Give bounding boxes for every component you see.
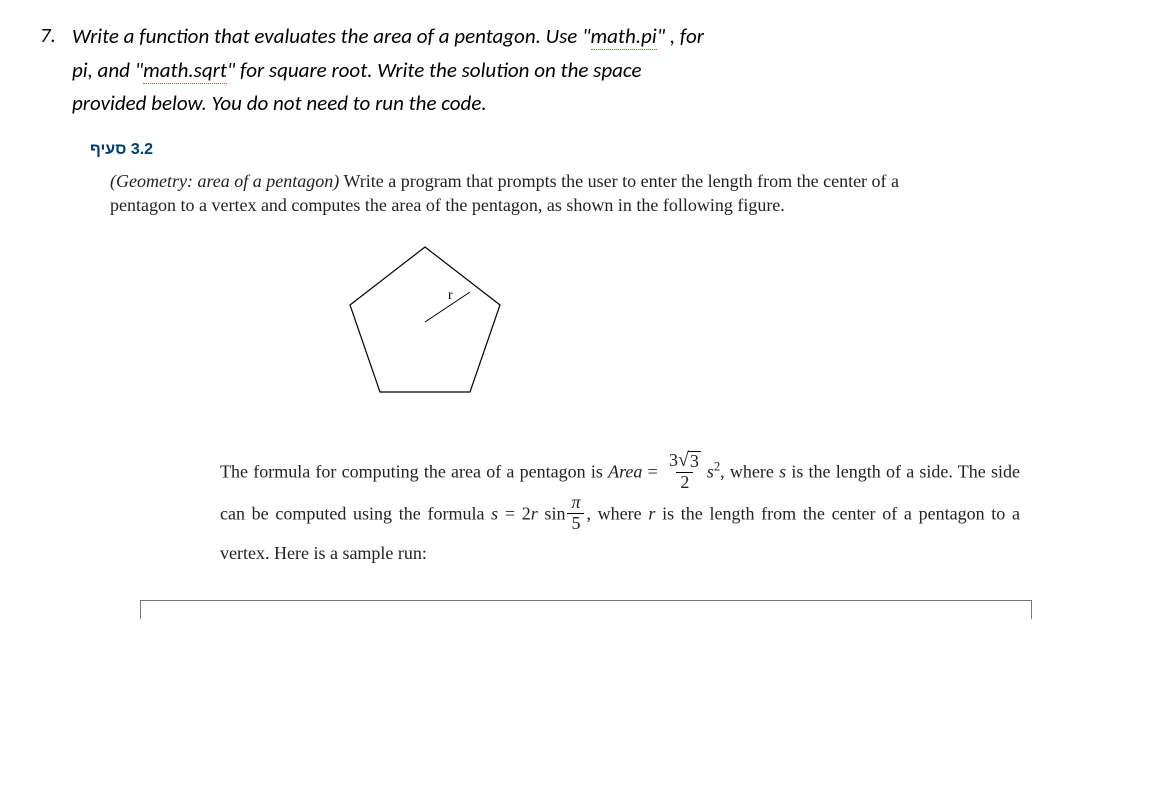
exercise-heading: (Geometry: area of a pentagon): [110, 171, 339, 191]
formula-mid: , where: [720, 462, 779, 482]
frac2-den: 5: [567, 513, 584, 534]
sqrt1: √3: [678, 450, 701, 472]
formula-post: , where: [586, 503, 648, 523]
question-block: 7. Write a function that evaluates the a…: [40, 20, 1110, 121]
area-var: Area: [608, 462, 642, 482]
sample-run-box: [140, 600, 1032, 619]
q-line1-a: Write a function that evaluates the area…: [72, 23, 591, 49]
q-line2-c: " for square root. Write the solution on…: [227, 57, 642, 83]
question-text: Write a function that evaluates the area…: [72, 20, 704, 121]
frac1-num-a: 3: [669, 450, 678, 470]
fraction-1: 3√3 2: [665, 450, 705, 493]
formula-pre: The formula for computing the area of a …: [220, 462, 608, 482]
pentagon-svg: r: [340, 237, 510, 397]
code-mathpi: math.pi: [591, 23, 657, 50]
formula-paragraph: The formula for computing the area of a …: [220, 452, 1020, 569]
pentagon-figure: r: [340, 237, 1110, 402]
frac1-radicand: 3: [688, 451, 701, 472]
r-var: r: [531, 503, 538, 523]
q-line2-a: pi, and ": [72, 57, 143, 83]
fraction-2: π 5: [567, 493, 584, 534]
eq2: = 2: [498, 503, 531, 523]
q-line3: provided below. You do not need to run t…: [72, 90, 487, 116]
exercise-paragraph: (Geometry: area of a pentagon) Write a p…: [110, 169, 930, 218]
frac2-num: π: [567, 493, 584, 513]
section-label: 3.2 סעיף: [90, 141, 1110, 159]
code-mathsqrt: math.sqrt: [143, 57, 227, 84]
frac1-den: 2: [676, 472, 693, 493]
frac1-num: 3√3: [665, 450, 705, 472]
r-label: r: [448, 288, 453, 303]
s-sq-base: s: [707, 462, 714, 482]
sin: sin: [538, 503, 566, 523]
question-number: 7.: [40, 20, 56, 48]
pentagon-shape: [350, 247, 500, 392]
q-line1-c: " , for: [657, 23, 704, 49]
eq1: =: [642, 462, 663, 482]
